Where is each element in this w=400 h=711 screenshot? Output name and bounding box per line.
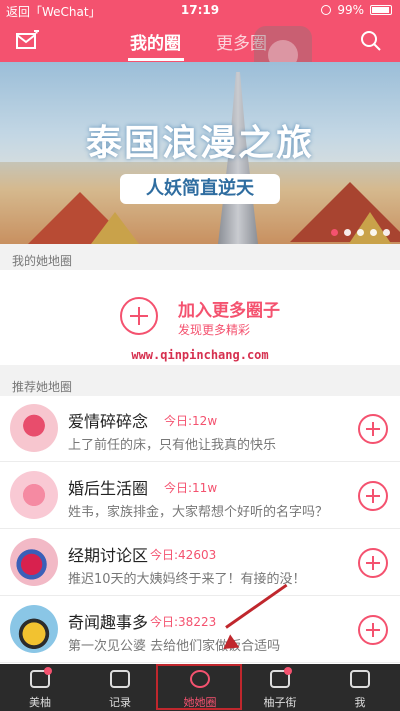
- circle-latest-post: 推迟10天的大姨妈终于来了！有接的没！: [68, 572, 306, 587]
- my-circles-heading: 我的她地圈: [12, 254, 73, 268]
- carousel-dot[interactable]: [331, 229, 338, 236]
- status-bar: 返回「WeChat」 17:19 99%: [0, 0, 400, 20]
- join-title: 加入更多圈子: [178, 301, 280, 321]
- search-icon[interactable]: [360, 30, 382, 52]
- circle-avatar: [10, 404, 58, 452]
- add-circle-icon[interactable]: [120, 297, 158, 335]
- carousel-dot[interactable]: [344, 229, 351, 236]
- tab-label: 记录: [109, 696, 131, 709]
- join-circle-button[interactable]: [358, 414, 388, 444]
- tab-label: 美柚: [29, 696, 51, 709]
- carousel-dot[interactable]: [357, 229, 364, 236]
- tab-label: 我: [354, 696, 366, 709]
- join-circle-button[interactable]: [358, 548, 388, 578]
- circle-title: 爱情碎碎念: [68, 412, 149, 431]
- tab-my-circles[interactable]: 我的圈: [130, 29, 181, 54]
- list-item[interactable]: 爱情碎碎念 今日:12w 上了前任的床，只有他让我真的快乐: [0, 396, 400, 462]
- promo-banner[interactable]: 泰国浪漫之旅 人妖简直逆天: [0, 62, 400, 244]
- circle-avatar: [10, 605, 58, 653]
- notification-badge: [284, 667, 292, 675]
- active-tab-indicator: [128, 58, 184, 61]
- tab-records[interactable]: 记录: [80, 664, 160, 711]
- carousel-dots: [331, 229, 390, 236]
- join-circle-button[interactable]: [358, 615, 388, 645]
- join-circle-button[interactable]: [358, 481, 388, 511]
- tab-meiyou[interactable]: 美柚: [0, 664, 80, 711]
- tab-me[interactable]: 我: [320, 664, 400, 711]
- nav-bar: 我的圈 更多圈: [0, 22, 400, 84]
- carousel-dot[interactable]: [383, 229, 390, 236]
- circle-avatar: [10, 471, 58, 519]
- banner-subtitle: 人妖简直逆天: [120, 174, 280, 204]
- list-item[interactable]: 经期讨论区 今日:42603 推迟10天的大姨妈终于来了！有接的没！: [0, 530, 400, 596]
- tab-label: 柚子街: [263, 696, 297, 709]
- carousel-dot[interactable]: [370, 229, 377, 236]
- status-right: 99%: [321, 3, 392, 17]
- battery-percent: 99%: [337, 3, 364, 17]
- circle-today-count: 今日:38223: [150, 615, 217, 629]
- circle-avatar: [10, 538, 58, 586]
- circle-latest-post: 第一次见公婆 去给他们家做饭合适吗: [68, 639, 281, 654]
- list-item[interactable]: 奇闻趣事多 今日:38223 第一次见公婆 去给他们家做饭合适吗: [0, 597, 400, 663]
- circle-latest-post: 上了前任的床，只有他让我真的快乐: [68, 438, 277, 453]
- circle-today-count: 今日:42603: [150, 548, 217, 562]
- battery-icon: [370, 5, 392, 15]
- watermark-text: www.qinpinchang.com: [131, 348, 269, 362]
- circle-today-count: 今日:11w: [164, 481, 218, 495]
- calendar-icon: [110, 670, 130, 688]
- circle-title: 奇闻趣事多: [68, 613, 149, 632]
- list-item[interactable]: 婚后生活圈 今日:11w 姓韦，家族排金，大家帮想个好听的名字吗？: [0, 463, 400, 529]
- tab-shop[interactable]: 柚子街: [240, 664, 320, 711]
- circle-today-count: 今日:12w: [164, 414, 218, 428]
- annotation-highlight-box: [156, 664, 242, 710]
- circle-title: 婚后生活圈: [68, 479, 149, 498]
- join-subtitle: 发现更多精彩: [178, 323, 251, 337]
- circle-latest-post: 姓韦，家族排金，大家帮想个好听的名字吗？: [68, 505, 329, 520]
- recommended-heading: 推荐她地圈: [12, 380, 73, 394]
- app-screen: 返回「WeChat」 17:19 99% 我的圈 更多圈 泰国浪漫之旅 人妖简直…: [0, 0, 400, 711]
- mail-icon[interactable]: [16, 30, 40, 52]
- banner-title: 泰国浪漫之旅: [85, 123, 314, 164]
- top-header: 返回「WeChat」 17:19 99% 我的圈 更多圈: [0, 0, 400, 84]
- profile-icon: [350, 670, 370, 688]
- rotation-lock-icon: [321, 5, 332, 15]
- recommended-list: 爱情碎碎念 今日:12w 上了前任的床，只有他让我真的快乐 婚后生活圈 今日:1…: [0, 396, 400, 664]
- circle-title: 经期讨论区: [68, 546, 149, 565]
- notification-badge: [44, 667, 52, 675]
